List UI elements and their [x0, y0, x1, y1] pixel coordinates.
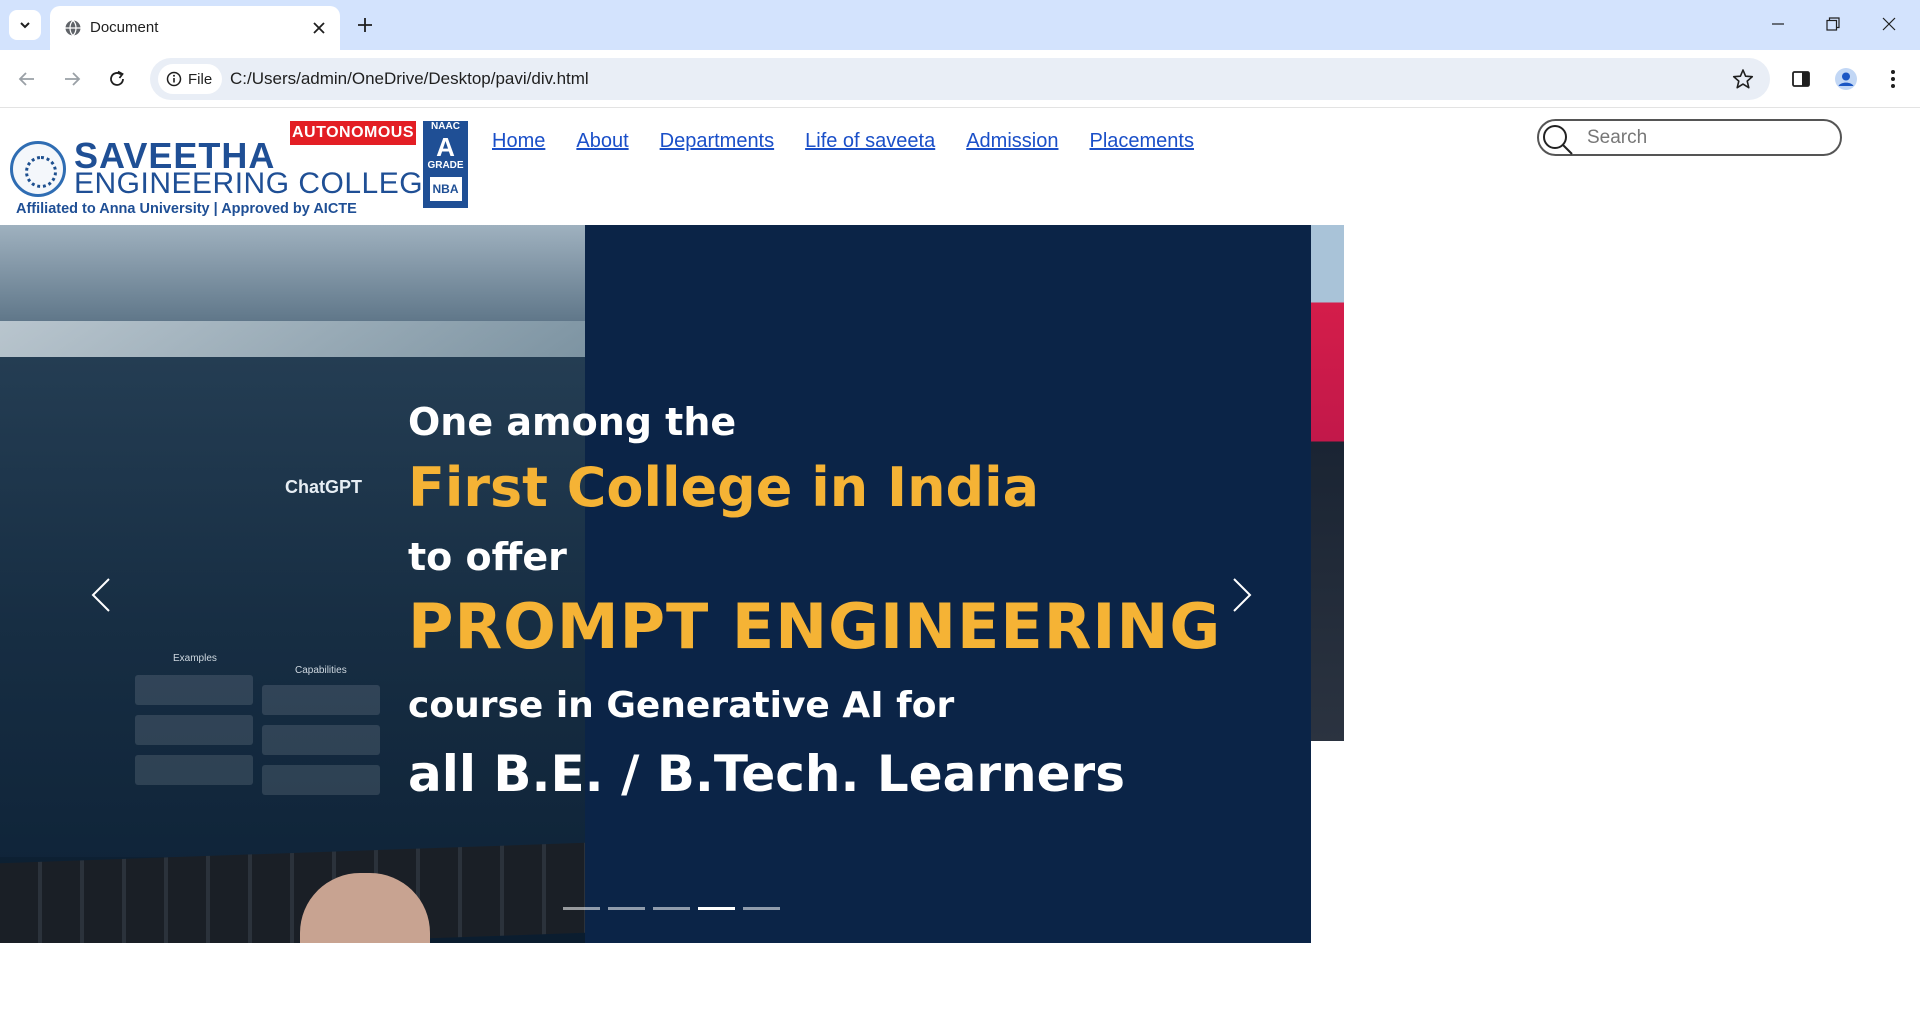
arrow-right-icon	[65, 72, 81, 86]
search-icon[interactable]	[1539, 121, 1575, 157]
kebab-menu-icon	[1891, 70, 1895, 88]
laptop-bezel	[0, 321, 585, 357]
carousel-indicator-5[interactable]	[743, 907, 780, 910]
carousel-indicators	[563, 907, 780, 910]
chevron-left-icon	[91, 578, 110, 612]
naac-label: NAAC	[431, 121, 460, 132]
close-window-button[interactable]	[1866, 8, 1912, 40]
naac-badge: NAAC A GRADE NBA	[423, 121, 468, 208]
close-icon	[1882, 17, 1896, 31]
browser-tab-active[interactable]: Document	[50, 6, 340, 50]
nav-link-home[interactable]: Home	[492, 130, 545, 153]
carousel-indicator-3[interactable]	[653, 907, 690, 910]
profile-button[interactable]	[1829, 62, 1863, 96]
address-bar[interactable]: File C:/Users/admin/OneDrive/Desktop/pav…	[150, 58, 1770, 100]
nba-badge: NBA	[429, 177, 462, 201]
minimize-icon	[1772, 23, 1784, 25]
restore-button[interactable]	[1810, 8, 1856, 40]
side-panel-button[interactable]	[1784, 62, 1818, 96]
carousel-indicator-4[interactable]	[698, 907, 735, 910]
carousel-indicator-1[interactable]	[563, 907, 600, 910]
close-icon	[313, 22, 325, 34]
plus-icon	[358, 18, 372, 32]
headline-line6: all B.E. / B.Tech. Learners	[408, 745, 1125, 803]
college-logo[interactable]: SAVEETHA ENGINEERING COLLEGE Affiliated …	[10, 121, 468, 217]
photo-chatgpt-label: ChatGPT	[285, 477, 363, 497]
browser-toolbar: File C:/Users/admin/OneDrive/Desktop/pav…	[0, 50, 1920, 108]
headline-line1: One among the	[408, 400, 737, 444]
nav-link-placements[interactable]: Placements	[1089, 130, 1194, 153]
college-seal-icon	[10, 141, 66, 197]
search-input[interactable]	[1587, 125, 1827, 151]
nav-link-admission[interactable]: Admission	[966, 130, 1058, 153]
photo-card	[262, 725, 380, 755]
minimize-button[interactable]	[1755, 8, 1801, 40]
autonomous-badge: AUTONOMOUS	[290, 121, 416, 145]
star-icon[interactable]	[1732, 68, 1754, 90]
avatar-icon	[1835, 68, 1857, 90]
laptop-keyboard	[0, 842, 585, 943]
arrow-left-icon	[18, 72, 34, 86]
menu-button[interactable]	[1876, 62, 1910, 96]
tab-title: Document	[90, 19, 159, 36]
site-info-label: File	[188, 70, 213, 88]
hero-carousel: ChatGPT Examples Capabilities One among …	[0, 225, 1311, 943]
carousel-prev-button[interactable]	[81, 565, 121, 625]
photo-card	[135, 715, 253, 745]
back-button[interactable]	[10, 62, 44, 96]
nav-link-about[interactable]: About	[576, 130, 628, 153]
next-slide-peek	[1311, 225, 1344, 741]
headline-line4: PROMPT ENGINEERING	[408, 590, 1222, 663]
photo-card	[135, 755, 253, 785]
naac-grade-label: GRADE	[427, 160, 464, 171]
url-text[interactable]: C:/Users/admin/OneDrive/Desktop/pavi/div…	[230, 69, 589, 89]
site-info-chip[interactable]: File	[158, 64, 223, 94]
info-icon	[166, 71, 182, 87]
headline-line3: to offer	[408, 535, 567, 579]
photo-column-capabilities: Capabilities	[295, 665, 347, 676]
photo-column-examples: Examples	[173, 653, 217, 664]
photo-card	[262, 685, 380, 715]
headline-line5: course in Generative AI for	[408, 685, 955, 726]
reload-button[interactable]	[100, 62, 134, 96]
search-box	[1537, 119, 1842, 156]
tab-search-button[interactable]	[9, 10, 41, 40]
nav-link-life-of-saveeta[interactable]: Life of saveeta	[805, 130, 935, 153]
new-tab-button[interactable]	[350, 10, 380, 40]
photo-card	[135, 675, 253, 705]
carousel-next-button[interactable]	[1222, 565, 1262, 625]
headline-line2: First College in India	[408, 456, 1040, 519]
naac-grade: A	[436, 132, 455, 162]
forward-button[interactable]	[55, 62, 89, 96]
close-tab-button[interactable]	[308, 17, 330, 39]
chevron-right-icon	[1233, 578, 1252, 612]
globe-icon	[65, 20, 81, 36]
photo-card	[262, 765, 380, 795]
chevron-down-icon	[20, 22, 30, 29]
side-panel-icon	[1792, 71, 1810, 87]
logo-subline: Affiliated to Anna University | Approved…	[16, 201, 357, 217]
main-nav: Home About Departments Life of saveeta A…	[492, 130, 1194, 153]
reload-icon	[110, 70, 124, 86]
nav-link-departments[interactable]: Departments	[660, 130, 775, 153]
browser-tabstrip: Document	[0, 0, 1920, 50]
page-content: SAVEETHA ENGINEERING COLLEGE Affiliated …	[0, 109, 1920, 1020]
carousel-indicator-2[interactable]	[608, 907, 645, 910]
logo-line2: ENGINEERING COLLEGE	[74, 167, 444, 200]
restore-icon	[1826, 17, 1840, 31]
